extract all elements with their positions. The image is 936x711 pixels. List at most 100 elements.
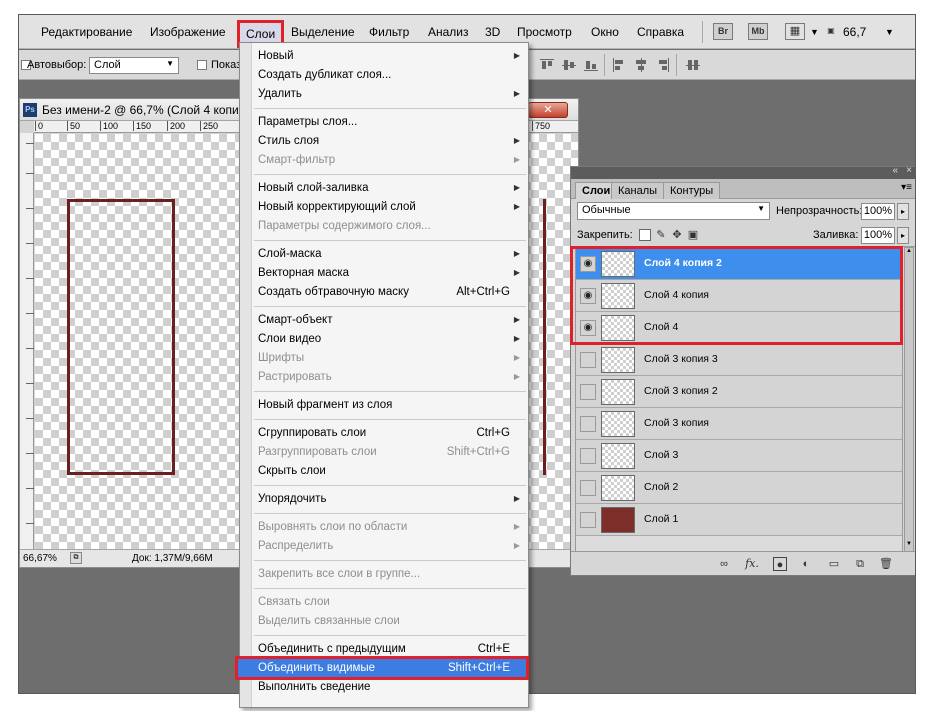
collapse-icon[interactable]: « [892,165,898,176]
menu-view[interactable]: Просмотр [517,25,572,39]
align-bottom-icon[interactable] [583,57,599,73]
menu-item[interactable]: Объединить видимые Shift+Ctrl+E [235,656,529,680]
menu-item[interactable]: Новый корректирующий слой ▶ [258,198,524,216]
align-left-icon[interactable] [611,57,627,73]
menu-shortcut: Shift+Ctrl+E [448,662,510,674]
menu-item-label: Новый [258,50,294,62]
fill-slider-arrow[interactable]: ▸ [897,227,909,244]
layer-row[interactable]: Слой 2 [576,472,902,504]
view-extras-icon[interactable]: ▣ [825,23,837,40]
folder-icon[interactable]: ▭ [827,557,841,571]
scroll-up-icon[interactable]: ▲ [905,248,913,258]
menu-item[interactable]: Слой-маска ▶ [258,245,524,263]
submenu-arrow-icon: ▶ [513,494,520,503]
layer-row[interactable]: Слой 3 копия [576,408,902,440]
autoselect-dropdown[interactable]: Слой ▼ [89,57,179,74]
mask-icon[interactable]: ● [773,557,787,571]
menu-item[interactable]: Сгруппировать слои Ctrl+G [258,424,524,442]
align-right-icon[interactable] [655,57,671,73]
blend-mode-value: Обычные [582,204,631,216]
menu-item[interactable]: Удалить ▶ [258,85,524,103]
menu-3d[interactable]: 3D [485,25,500,39]
fx-icon[interactable]: fx. [745,557,759,571]
menu-item-label: Растрировать [258,371,332,383]
visibility-toggle[interactable] [580,480,596,496]
menu-filter[interactable]: Фильтр [369,25,409,39]
visibility-toggle[interactable] [580,512,596,528]
layer-row[interactable]: Слой 3 копия 3 [576,344,902,376]
panel-tabs: Слои Каналы Контуры ▾≡ [571,179,915,199]
layer-row[interactable]: Слой 1 [576,504,902,536]
menu-item[interactable]: Смарт-объект ▶ [258,311,524,329]
status-menu-icon[interactable]: ⧉ [70,552,82,564]
menu-item[interactable]: Объединить с предыдущим Ctrl+E [258,640,524,658]
visibility-toggle[interactable] [580,352,596,368]
panel-header[interactable]: « × [571,165,915,179]
menu-item: Связать слои [258,593,524,611]
menu-window[interactable]: Окно [591,25,619,39]
layer-row[interactable]: Слой 3 [576,440,902,472]
menu-item[interactable]: Векторная маска ▶ [258,264,524,282]
menu-help[interactable]: Справка [637,25,684,39]
menu-edit[interactable]: Редактирование [41,25,132,39]
chevron-down-icon[interactable]: ▼ [810,27,819,37]
layers-scrollbar[interactable]: ▲ ▼ [904,247,914,552]
menu-select[interactable]: Выделение [291,25,355,39]
menu-image[interactable]: Изображение [150,25,226,39]
lock-move-icon[interactable]: ✥ [671,229,683,241]
menu-item[interactable]: Новый ▶ [258,47,524,65]
tab-paths[interactable]: Контуры [663,182,721,199]
vertical-ruler[interactable] [20,133,34,549]
menu-item[interactable]: Новый слой-заливка ▶ [258,179,524,197]
layer-row[interactable]: Слой 3 копия 2 [576,376,902,408]
close-button[interactable]: ✕ [528,102,568,118]
menu-item[interactable]: Скрыть слои [258,462,524,480]
align-vcenter-icon[interactable] [561,57,577,73]
menu-item[interactable]: Создать обтравочную маску Alt+Ctrl+G [258,283,524,301]
visibility-toggle[interactable] [580,384,596,400]
ruler-tick [26,143,34,144]
align-top-icon[interactable] [539,57,555,73]
ruler-label: 50 [67,121,80,131]
opacity-input[interactable]: 100% [861,203,895,220]
show-transform-checkbox[interactable] [197,60,207,70]
fill-input[interactable]: 100% [861,227,895,244]
close-icon[interactable]: × [906,165,912,176]
align-hcenter-icon[interactable] [633,57,649,73]
menu-separator [254,560,526,561]
show-transform-label: Показ [211,59,242,71]
new-layer-icon[interactable]: ⧉ [853,557,867,571]
menu-item[interactable]: Упорядочить ▶ [258,490,524,508]
menu-analysis[interactable]: Анализ [428,25,469,39]
menu-item[interactable]: Параметры слоя... [258,113,524,131]
mini-bridge-icon[interactable]: Mb [748,23,768,40]
lock-transparent-icon[interactable] [639,229,651,241]
lock-brush-icon[interactable]: ✎ [655,229,667,241]
menu-item[interactable]: Стиль слоя ▶ [258,132,524,150]
bridge-icon[interactable]: Br [713,23,733,40]
auto-align-icon[interactable] [685,57,701,73]
scroll-down-icon[interactable]: ▼ [905,541,913,551]
zoom-level[interactable]: 66,7 [843,25,866,39]
extras-icon[interactable]: ▦ [785,23,805,40]
trash-icon[interactable]: 🗑 [879,557,893,571]
menu-item[interactable]: Слои видео ▶ [258,330,524,348]
link-icon[interactable]: ∞ [717,557,731,571]
visibility-toggle[interactable] [580,448,596,464]
tab-channels[interactable]: Каналы [611,182,665,199]
menu-item[interactable]: Выполнить сведение [258,678,524,696]
visibility-toggle[interactable] [580,416,596,432]
submenu-arrow-icon: ▶ [513,353,520,362]
lock-all-icon[interactable]: ▣ [687,229,699,241]
panel-menu-icon[interactable]: ▾≡ [901,182,912,193]
submenu-arrow-icon: ▶ [513,315,520,324]
menu-separator [254,513,526,514]
adjustment-icon[interactable]: ◐ [799,557,813,571]
menu-item[interactable]: Новый фрагмент из слоя [258,396,524,414]
blend-mode-dropdown[interactable]: Обычные ▼ [577,202,770,220]
opacity-slider-arrow[interactable]: ▸ [897,203,909,220]
zoom-dropdown-icon[interactable]: ▼ [885,27,894,37]
status-zoom[interactable]: 66,67% [23,553,57,564]
menu-item-label: Векторная маска [258,267,350,279]
menu-item[interactable]: Создать дубликат слоя... [258,66,524,84]
